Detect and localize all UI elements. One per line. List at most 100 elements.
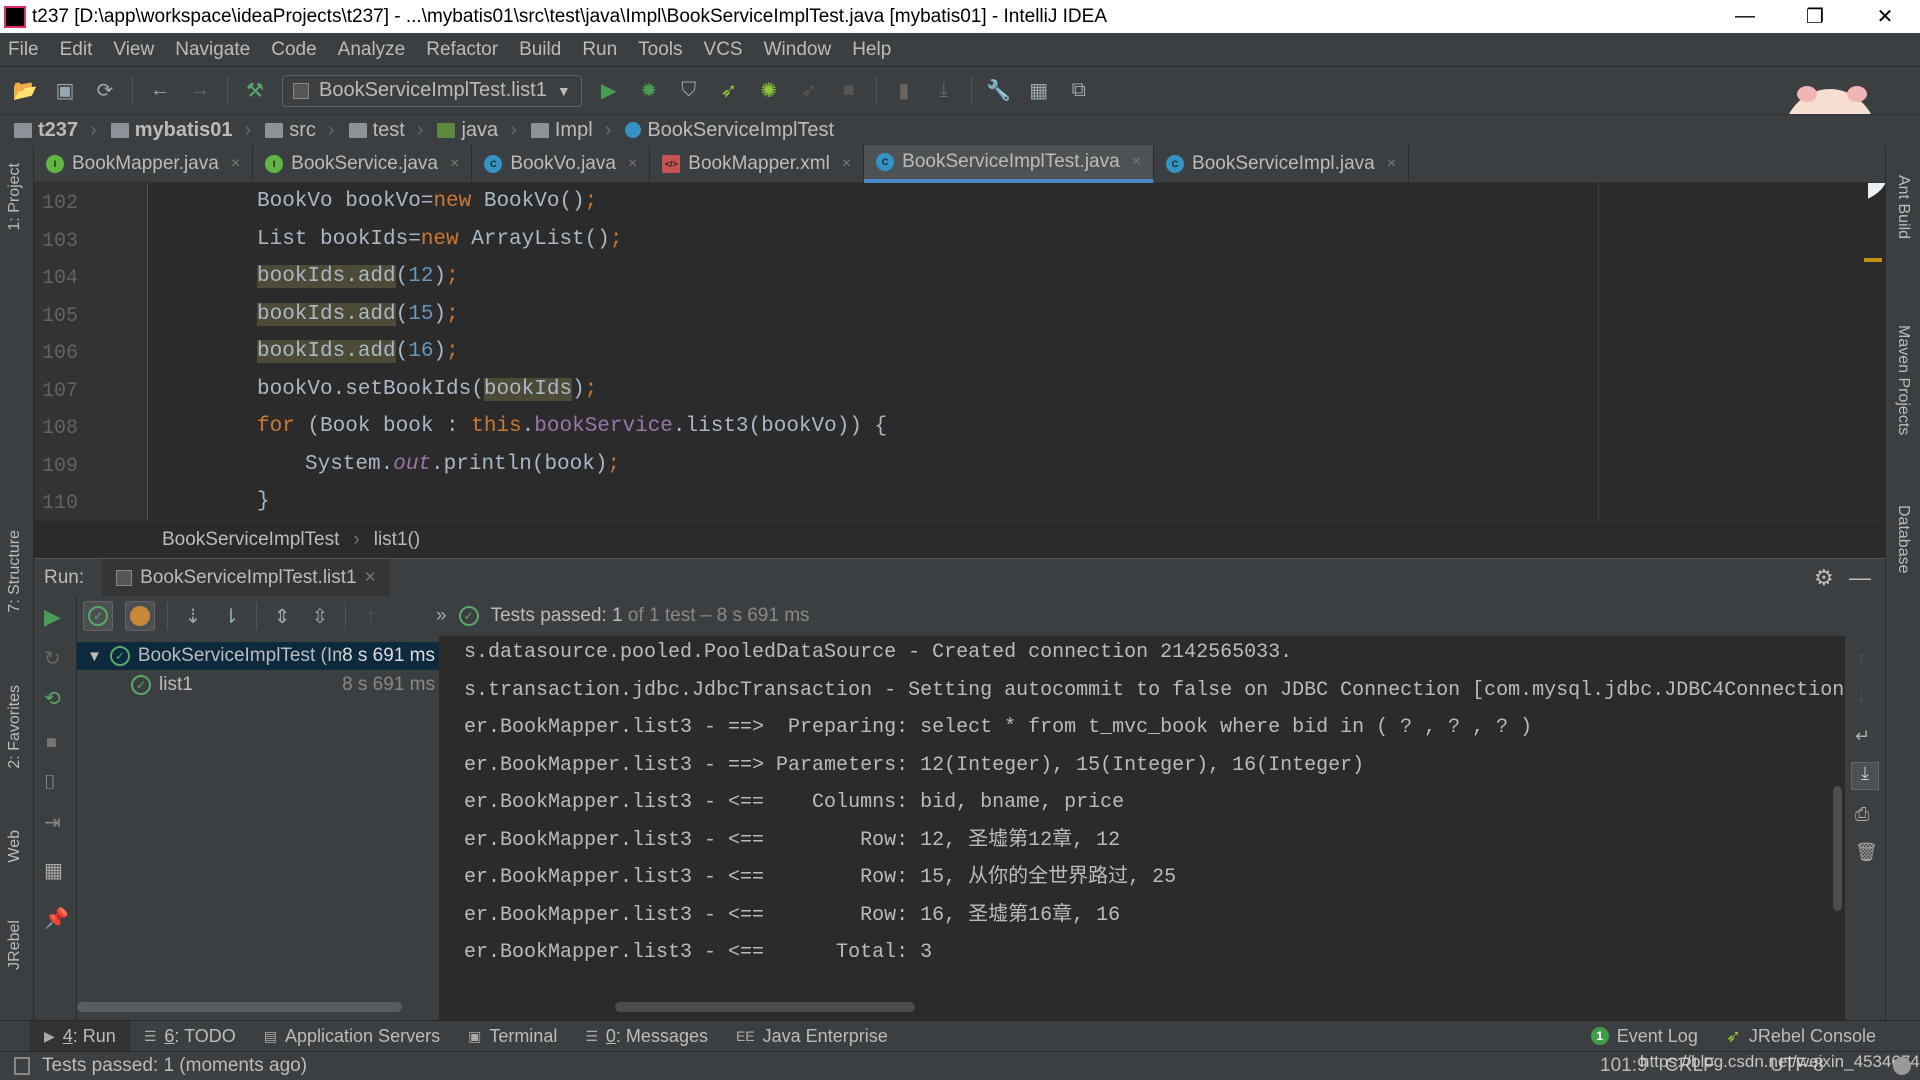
tab-bookmapper-xml[interactable]: </> BookMapper.xml ×: [650, 145, 865, 183]
rerun-icon[interactable]: ▶: [44, 604, 61, 630]
sync-icon[interactable]: ⟳: [92, 78, 118, 104]
console-horizontal-scrollbar[interactable]: [615, 1002, 915, 1012]
sort-alphabetically-icon[interactable]: ⇣: [180, 603, 206, 629]
jrebel-run-icon[interactable]: ➶: [716, 78, 742, 104]
show-ignored-toggle[interactable]: [125, 601, 155, 631]
camera-icon[interactable]: ⌷: [44, 772, 56, 795]
tool-button-applicationservers[interactable]: ▤ Application Servers: [250, 1021, 454, 1052]
tab-bookserviceimpl-java[interactable]: C BookServiceImpl.java ×: [1154, 145, 1410, 183]
maven-projects-tool-button[interactable]: Maven Projects: [1894, 325, 1912, 435]
soft-wrap-icon[interactable]: ↵: [1855, 726, 1870, 747]
menu-run[interactable]: Run: [582, 39, 617, 61]
pin-icon[interactable]: 📌: [44, 906, 69, 931]
expand-arrow-icon[interactable]: ▼: [87, 648, 102, 665]
menu-refactor[interactable]: Refactor: [426, 39, 498, 61]
menu-window[interactable]: Window: [764, 39, 832, 61]
tab-bookserviceimpltest-java[interactable]: C BookServiceImplTest.java ×: [864, 145, 1155, 183]
stop-icon[interactable]: ■: [46, 732, 57, 753]
export-icon[interactable]: ⇥: [44, 810, 61, 835]
maximize-button[interactable]: ❐: [1780, 0, 1850, 33]
tab-bookvo-java[interactable]: C BookVo.java ×: [472, 145, 651, 183]
close-icon[interactable]: ×: [1132, 153, 1141, 171]
collapse-all-icon[interactable]: ⇳: [307, 603, 333, 629]
run-tab[interactable]: BookServiceImplTest.list1 ×: [102, 558, 390, 597]
stop-icon[interactable]: ■: [836, 78, 862, 104]
build-hammer-icon[interactable]: ⚒: [242, 78, 268, 104]
project-structure-icon[interactable]: ▦: [1026, 78, 1052, 104]
toggle-tool-windows-icon[interactable]: [14, 1057, 30, 1075]
web-tool-button[interactable]: Web: [6, 830, 24, 863]
tab-bookmapper-java[interactable]: I BookMapper.java ×: [34, 145, 254, 183]
close-button[interactable]: ✕: [1850, 0, 1920, 33]
tool-button-terminal[interactable]: ▣ Terminal: [454, 1021, 571, 1052]
tab-bookservice-java[interactable]: I BookService.java ×: [253, 145, 473, 183]
tool-button-todo[interactable]: ☰ 6: TODO: [130, 1021, 250, 1052]
trash-icon[interactable]: 🗑: [1855, 842, 1878, 863]
test-tree-node[interactable]: ▼ ✓ BookServiceImplTest (Im 8 s 691 ms: [77, 642, 439, 670]
layout-icon[interactable]: ▦: [44, 858, 63, 883]
project-tool-button[interactable]: 1: Project: [6, 163, 24, 231]
favorites-tool-button[interactable]: 2: Favorites: [6, 685, 24, 769]
menu-analyze[interactable]: Analyze: [338, 39, 406, 61]
rerun-failed-icon[interactable]: ↻: [44, 646, 61, 671]
show-passed-toggle[interactable]: ✓: [83, 601, 113, 631]
more-chevron-icon[interactable]: »: [436, 605, 447, 627]
save-icon[interactable]: ▣: [52, 78, 78, 104]
close-icon[interactable]: ×: [842, 155, 851, 173]
tool-button-messages[interactable]: ☰ 0: Messages: [571, 1021, 722, 1052]
gear-icon[interactable]: ⚙: [1814, 565, 1834, 591]
tool-button-javaenterprise[interactable]: EE Java Enterprise: [722, 1021, 902, 1052]
forward-icon[interactable]: →: [187, 78, 213, 104]
scroll-to-end-icon[interactable]: ⤓: [1851, 762, 1879, 790]
menu-navigate[interactable]: Navigate: [175, 39, 250, 61]
vcs-update-icon[interactable]: ▮: [891, 78, 917, 104]
down-arrow-icon[interactable]: ↓: [1857, 686, 1866, 707]
menu-view[interactable]: View: [113, 39, 154, 61]
debug-bug-icon[interactable]: ✹: [636, 78, 662, 104]
run-configuration-select[interactable]: BookServiceImplTest.list1 ▼: [282, 74, 582, 107]
close-icon[interactable]: ×: [628, 155, 637, 173]
menu-help[interactable]: Help: [852, 39, 891, 61]
breadcrumb-item[interactable]: t237 ›: [14, 119, 97, 142]
breadcrumb-item[interactable]: java ›: [437, 119, 517, 142]
code-editor[interactable]: BookVo bookVo=new BookVo(); List bookIds=…: [148, 183, 1882, 520]
close-icon[interactable]: ×: [365, 567, 376, 589]
crumb-method[interactable]: list1(): [374, 529, 420, 551]
breadcrumb-item[interactable]: src ›: [265, 119, 335, 142]
run-icon[interactable]: ▶: [596, 78, 622, 104]
tool-button-run[interactable]: ▶ 4: Run: [30, 1020, 130, 1052]
open-folder-icon[interactable]: 📂: [12, 78, 38, 104]
breadcrumb-item[interactable]: mybatis01 ›: [110, 119, 251, 142]
breadcrumb-item[interactable]: Impl ›: [530, 119, 611, 142]
close-icon[interactable]: ×: [450, 155, 459, 173]
settings-wrench-icon[interactable]: 🔧: [986, 78, 1012, 104]
jrebel-debug-icon[interactable]: ✺: [756, 78, 782, 104]
console-output[interactable]: s.datasource.pooled.PooledDataSource - C…: [440, 636, 1845, 1020]
toggle-auto-test-icon[interactable]: ⟲: [44, 686, 61, 711]
up-arrow-icon[interactable]: ↑: [1857, 648, 1866, 669]
print-icon[interactable]: ⎙: [1855, 804, 1869, 825]
menu-file[interactable]: File: [8, 39, 39, 61]
expand-all-icon[interactable]: ⇕: [269, 603, 295, 629]
breadcrumb-item[interactable]: test ›: [348, 119, 423, 142]
event-log-button[interactable]: 1 Event Log: [1577, 1021, 1712, 1052]
ant-build-tool-button[interactable]: Ant Build: [1894, 175, 1912, 239]
back-icon[interactable]: ←: [147, 78, 173, 104]
menu-code[interactable]: Code: [271, 39, 316, 61]
jrebel-console-button[interactable]: ➶ JRebel Console: [1712, 1021, 1890, 1052]
sort-by-duration-icon[interactable]: ⇂: [218, 603, 244, 629]
sdk-icon[interactable]: ⧉: [1066, 78, 1092, 104]
vcs-commit-icon[interactable]: ⤓: [931, 78, 957, 104]
test-tree-node[interactable]: ✓ list1 8 s 691 ms: [77, 671, 439, 699]
menu-tools[interactable]: Tools: [638, 39, 682, 61]
close-icon[interactable]: ×: [1387, 155, 1396, 173]
menu-edit[interactable]: Edit: [60, 39, 93, 61]
database-tool-button[interactable]: Database: [1894, 505, 1912, 574]
coverage-icon[interactable]: ⛉: [676, 78, 702, 104]
close-icon[interactable]: ×: [231, 155, 240, 173]
previous-failed-icon[interactable]: ↑: [358, 603, 384, 629]
structure-tool-button[interactable]: 7: Structure: [6, 530, 24, 613]
console-vertical-scrollbar[interactable]: [1833, 786, 1842, 911]
crumb-class[interactable]: BookServiceImplTest: [162, 529, 339, 551]
breadcrumb-item[interactable]: BookServiceImplTest: [625, 119, 834, 142]
